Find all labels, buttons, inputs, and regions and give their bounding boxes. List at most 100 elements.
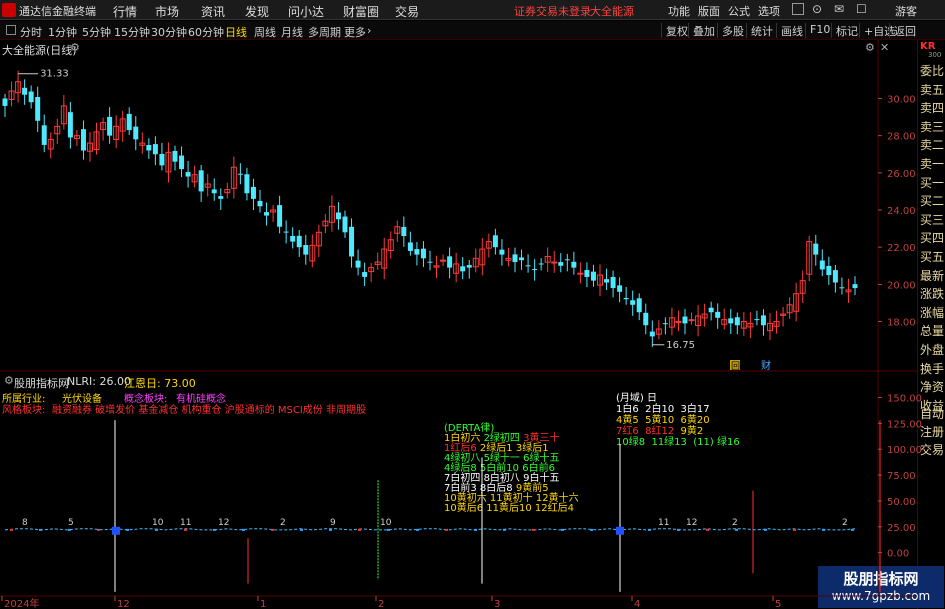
- candle-body: [342, 216, 348, 233]
- candle-body: [734, 317, 740, 326]
- candle-body: [499, 249, 505, 255]
- candle-body: [852, 284, 858, 289]
- candle-body: [296, 235, 302, 248]
- candle-body: [427, 261, 433, 263]
- candle-body: [538, 263, 544, 265]
- price-tick-label: 30.00: [887, 94, 916, 105]
- indicator-bar: [706, 528, 709, 531]
- indicator-value-label: 2: [842, 518, 848, 528]
- indicator-bar: [329, 528, 332, 531]
- indicator-bar: [532, 528, 535, 531]
- candle-body: [564, 259, 570, 261]
- indicator-block: [616, 526, 624, 535]
- indicator-value-label: 2: [732, 518, 738, 528]
- candle-body: [414, 249, 420, 255]
- indicator-bar: [358, 528, 361, 531]
- ind-tick-label: 50.00: [887, 497, 916, 508]
- indicator-bar: [561, 528, 564, 531]
- candle-body: [590, 271, 596, 281]
- candle-body: [623, 298, 629, 300]
- indicator-bar: [590, 528, 593, 531]
- indicator-value-label: 8: [22, 518, 28, 528]
- indicator-value-label: 12: [686, 518, 697, 528]
- indicator-bar: [300, 528, 303, 531]
- price-tick-label: 18.00: [887, 318, 916, 329]
- candle-body: [35, 96, 41, 121]
- indicator-bar: [387, 528, 390, 531]
- indicator-bar: [184, 528, 187, 531]
- indicator-value-label: 11: [658, 518, 669, 528]
- price-tick-label: 28.00: [887, 132, 916, 143]
- candle-body: [185, 172, 191, 177]
- candle-body: [28, 91, 34, 103]
- indicator-bar: [126, 528, 129, 531]
- event-marker-hui-label: 回: [731, 361, 740, 372]
- candle-body: [22, 87, 28, 95]
- candle-body: [708, 307, 714, 313]
- indicator-bar: [213, 528, 216, 531]
- candle-body: [179, 155, 185, 170]
- indicator-bar: [445, 528, 448, 531]
- candle-body: [264, 212, 270, 216]
- indicator-value-label: 5: [68, 518, 74, 528]
- ind-tick-label: 25.00: [887, 523, 916, 534]
- candle-body: [525, 265, 531, 267]
- indicator-bar: [474, 528, 477, 531]
- ind-tick-label: 0.00: [887, 549, 909, 560]
- low-label: 16.75: [666, 340, 695, 351]
- candle-body: [466, 265, 472, 268]
- indicator-line: [4, 528, 856, 531]
- indicator-bar: [851, 528, 854, 531]
- indicator-bar: [271, 528, 274, 531]
- candle-body: [447, 256, 453, 268]
- indicator-bar: [68, 528, 71, 531]
- candle-body: [277, 205, 283, 227]
- candle-body: [532, 269, 538, 271]
- indicator-bar: [97, 528, 100, 531]
- indicator-bar: [677, 528, 680, 531]
- indicator-bar: [39, 528, 42, 531]
- candle-body: [636, 298, 642, 313]
- indicator-value-label: 9: [330, 518, 336, 528]
- candle-body: [172, 150, 178, 162]
- candle-body: [198, 170, 204, 192]
- candle-body: [610, 276, 616, 289]
- candle-body: [211, 189, 217, 194]
- candle-body: [460, 266, 466, 272]
- indicator-bar: [764, 528, 767, 531]
- candle-body: [133, 126, 139, 140]
- candle-body: [355, 260, 361, 268]
- candle-body: [2, 98, 8, 106]
- candle-body: [577, 272, 584, 275]
- candle-body: [839, 287, 845, 289]
- candle-body: [290, 235, 296, 242]
- indicator-bar: [503, 528, 506, 531]
- price-tick-label: 26.00: [887, 169, 916, 180]
- candle-body: [832, 270, 838, 283]
- indicator-bar: [793, 528, 796, 531]
- price-tick-label: 22.00: [887, 243, 916, 254]
- candle-body: [688, 319, 695, 322]
- indicator-value-label: 10: [152, 518, 164, 528]
- candle-body: [819, 260, 825, 270]
- candle-body: [107, 116, 113, 136]
- indicator-bar: [155, 528, 158, 531]
- time-tick-label: 12: [117, 599, 130, 609]
- indicator-bar: [822, 528, 825, 531]
- candle-body: [760, 315, 766, 326]
- candle-body: [146, 144, 152, 151]
- candle-body: [349, 226, 355, 257]
- candle-body: [813, 243, 819, 255]
- candle-body: [584, 270, 590, 277]
- candle-body: [283, 231, 289, 233]
- indicator-value-label: 10: [380, 518, 392, 528]
- candle-body: [407, 242, 413, 251]
- candle-body: [41, 125, 47, 145]
- candle-body: [244, 174, 250, 194]
- candle-body: [159, 153, 165, 166]
- time-tick-label: 4: [634, 599, 640, 609]
- indicator-value-label: 12: [218, 518, 229, 528]
- candle-body: [440, 259, 447, 262]
- time-tick-label: 2024年: [4, 597, 39, 609]
- indicator-value-label: 2: [280, 518, 286, 528]
